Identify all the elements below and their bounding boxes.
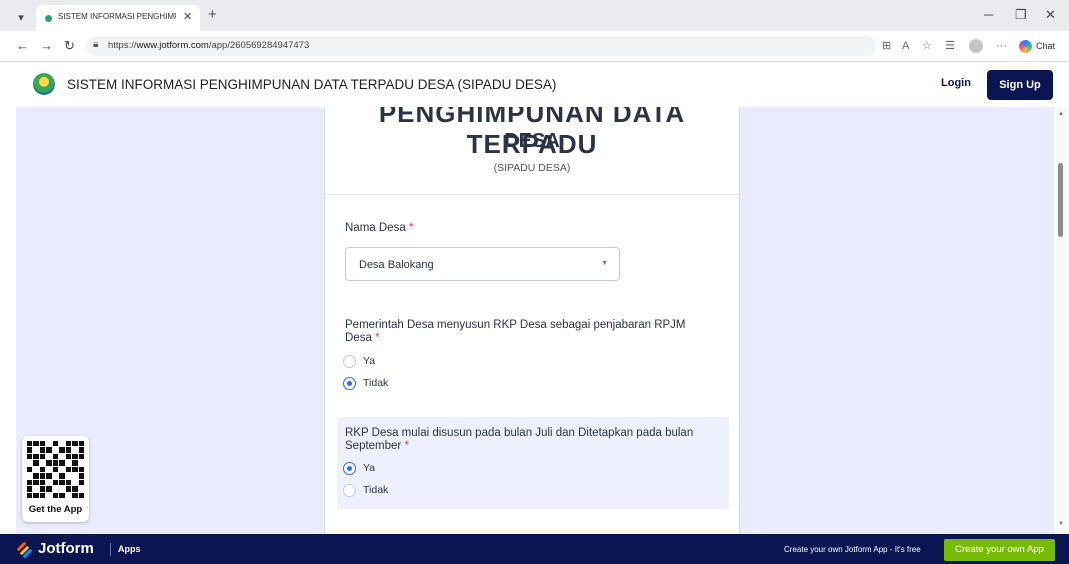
read-aloud-icon[interactable]: A	[902, 40, 909, 52]
radio-label: Ya	[363, 462, 376, 474]
back-icon[interactable]: ←	[16, 38, 29, 54]
new-tab-button[interactable]: +	[208, 7, 217, 23]
radio-button-selected[interactable]	[343, 462, 356, 475]
url-text: https://www.jotform.com/app/260569284947…	[108, 40, 310, 51]
apps-label: Apps	[118, 544, 141, 554]
required-mark: *	[408, 222, 414, 234]
required-mark: *	[375, 332, 380, 344]
form-card: PENGHIMPUNAN DATA TERPADU DESA (SIPADU D…	[324, 107, 740, 534]
nama-desa-label: Nama Desa *	[345, 222, 414, 234]
url-field[interactable]: 🔒︎ https://www.jotform.com/app/260569284…	[86, 36, 876, 56]
radio-label: Ya	[363, 355, 376, 367]
scroll-down-icon[interactable]: ▼	[1058, 521, 1064, 527]
browser-tab[interactable]: SISTEM INFORMASI PENGHIMPUN ✕	[36, 5, 200, 31]
chevron-down-icon: ▼	[601, 260, 608, 267]
tab-favicon-icon	[45, 15, 52, 22]
lock-icon: 🔒︎	[93, 39, 99, 50]
close-window-icon[interactable]: ✕	[1045, 8, 1056, 22]
app-header: SISTEM INFORMASI PENGHIMPUNAN DATA TERPA…	[16, 63, 1054, 107]
favorites-icon[interactable]: ☰	[945, 40, 955, 52]
form-heading-line2: DESA	[504, 130, 560, 152]
copilot-icon[interactable]	[1019, 40, 1032, 53]
create-app-button[interactable]: Create your own App	[944, 539, 1055, 561]
restore-icon[interactable]: ❐	[1015, 8, 1027, 22]
qr-code-icon	[27, 441, 84, 498]
tab-list-chevron-icon[interactable]: ▾	[10, 9, 32, 27]
app-title: SISTEM INFORMASI PENGHIMPUNAN DATA TERPA…	[67, 77, 557, 92]
get-the-app-label: Get the App	[28, 504, 83, 515]
jotform-brand[interactable]: Jotform	[38, 540, 94, 557]
nama-desa-select[interactable]: Desa Balokang ▼	[345, 247, 620, 281]
tab-close-icon[interactable]: ✕	[183, 10, 192, 23]
browser-address-bar: ← → ↻ 🔒︎ https://www.jotform.com/app/260…	[0, 31, 1069, 62]
scroll-up-icon[interactable]: ▲	[1058, 111, 1064, 117]
rkp-schedule-question-label: RKP Desa mulai disusun pada bulan Juli d…	[345, 427, 694, 452]
jotform-logo-icon	[16, 541, 33, 559]
tab-title: SISTEM INFORMASI PENGHIMPUN	[58, 12, 176, 21]
required-mark: *	[404, 440, 409, 452]
radio-button-selected[interactable]	[343, 377, 356, 390]
signup-button[interactable]: Sign Up	[987, 70, 1053, 100]
radio-button[interactable]	[343, 484, 356, 497]
rkp-rpjm-question-label: Pemerintah Desa menyusun RKP Desa sebaga…	[345, 319, 686, 344]
app-logo	[33, 73, 55, 95]
forward-icon[interactable]: →	[40, 38, 53, 54]
nama-desa-value: Desa Balokang	[359, 259, 434, 271]
login-button[interactable]: Login	[941, 77, 971, 89]
browser-tab-bar: ▾ SISTEM INFORMASI PENGHIMPUN ✕ + ─ ❐ ✕	[0, 0, 1069, 31]
radio-label: Tidak	[363, 484, 389, 496]
chat-button[interactable]: Chat	[1036, 41, 1055, 51]
divider	[110, 543, 111, 556]
footer-note: Create your own Jotform App - It's free	[784, 545, 921, 554]
jotform-footer: Jotform Apps Create your own Jotform App…	[0, 534, 1069, 564]
favorite-star-icon[interactable]: ☆	[922, 40, 932, 52]
minimize-icon[interactable]: ─	[984, 8, 993, 22]
more-options-icon[interactable]: ···	[996, 40, 1007, 52]
form-subheading: (SIPADU DESA)	[493, 162, 571, 174]
app-available-icon[interactable]: ⊞	[882, 40, 891, 52]
get-the-app-card[interactable]: Get the App	[22, 436, 89, 522]
profile-avatar[interactable]	[969, 39, 983, 53]
divider	[325, 194, 739, 195]
page-scrollbar[interactable]: ▲ ▼	[1054, 107, 1069, 534]
radio-label: Tidak	[363, 377, 389, 389]
scroll-thumb[interactable]	[1058, 163, 1063, 237]
radio-button[interactable]	[343, 355, 356, 368]
page-background: PENGHIMPUNAN DATA TERPADU DESA (SIPADU D…	[16, 107, 1054, 534]
refresh-icon[interactable]: ↻	[64, 38, 75, 54]
